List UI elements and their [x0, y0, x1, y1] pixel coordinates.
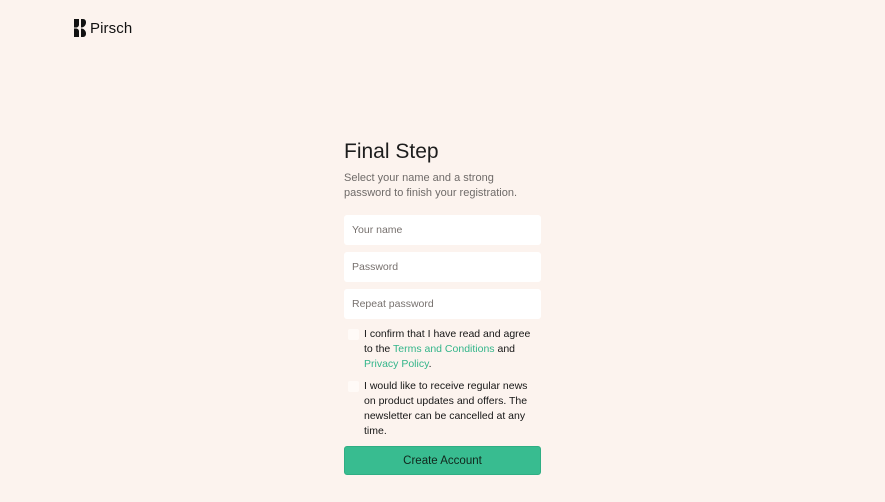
newsletter-label: I would like to receive regular news on …: [364, 380, 528, 437]
terms-label: I confirm that I have read and agree to …: [364, 327, 540, 372]
name-input[interactable]: [344, 215, 541, 245]
terms-checkbox[interactable]: [348, 329, 359, 340]
terms-middle: and: [494, 343, 515, 355]
terms-suffix: .: [428, 358, 432, 370]
registration-panel: Final Step Select your name and a strong…: [344, 138, 541, 475]
create-account-button[interactable]: Create Account: [344, 446, 541, 475]
newsletter-checkbox[interactable]: [348, 381, 359, 392]
pirsch-logo-icon: [74, 19, 86, 37]
terms-row: I confirm that I have read and agree to …: [344, 327, 541, 372]
pirsch-logo[interactable]: Pirsch: [74, 19, 132, 37]
repeat-password-input[interactable]: [344, 289, 541, 319]
newsletter-row: I would like to receive regular news on …: [344, 379, 541, 439]
brand-name: Pirsch: [90, 19, 133, 37]
page-subtitle: Select your name and a strong password t…: [344, 172, 518, 199]
page-title: Final Step: [344, 140, 439, 163]
privacy-link[interactable]: Privacy Policy: [364, 358, 429, 370]
terms-link[interactable]: Terms and Conditions: [393, 343, 495, 355]
password-input[interactable]: [344, 252, 541, 282]
